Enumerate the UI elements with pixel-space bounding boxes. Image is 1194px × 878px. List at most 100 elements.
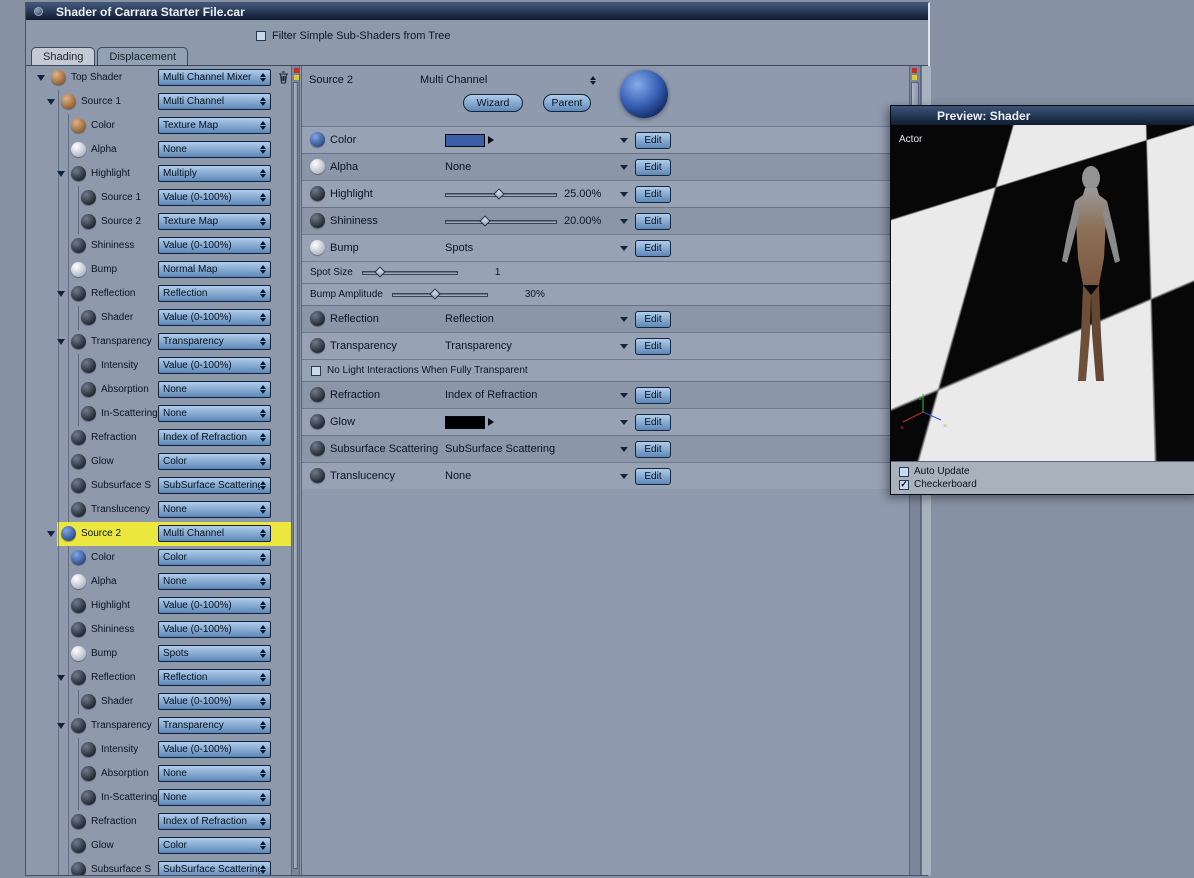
chevron-down-icon[interactable] xyxy=(620,192,628,197)
shader-type-dropdown[interactable]: None xyxy=(158,789,271,806)
edit-button[interactable]: Edit xyxy=(635,468,671,485)
shader-type-dropdown[interactable]: Multiply xyxy=(158,165,271,182)
chevron-down-icon[interactable] xyxy=(620,138,628,143)
chevron-down-icon[interactable] xyxy=(620,165,628,170)
channel-slider[interactable] xyxy=(445,188,557,200)
tree-item-reflection[interactable]: Reflection Reflection xyxy=(31,282,291,306)
shader-type-dropdown[interactable]: Normal Map xyxy=(158,261,271,278)
tree-item-highlight[interactable]: Highlight Multiply xyxy=(31,162,291,186)
subslider-track[interactable] xyxy=(361,265,458,278)
tree-item-subsurface-s[interactable]: Subsurface S SubSurface Scattering xyxy=(31,858,291,875)
detail-type-dropdown[interactable]: Multi Channel xyxy=(420,74,487,86)
detail-row-no-light-interactions-when-fully-transparent[interactable]: No Light Interactions When Fully Transpa… xyxy=(302,359,909,381)
tree-item-in-scattering[interactable]: In-Scattering None xyxy=(31,402,291,426)
tree-item-refraction[interactable]: Refraction Index of Refraction xyxy=(31,810,291,834)
shader-type-dropdown[interactable]: Texture Map xyxy=(158,213,271,230)
tree-item-alpha[interactable]: Alpha None xyxy=(31,570,291,594)
preview-option-checkerboard[interactable]: Checkerboard xyxy=(899,479,1194,490)
tree-scrollbar-thumb[interactable] xyxy=(293,82,298,869)
tree-item-refraction[interactable]: Refraction Index of Refraction xyxy=(31,426,291,450)
tree-item-bump[interactable]: Bump Spots xyxy=(31,642,291,666)
tree-item-glow[interactable]: Glow Color xyxy=(31,834,291,858)
tree-item-shader[interactable]: Shader Value (0-100%) xyxy=(31,690,291,714)
edit-button[interactable]: Edit xyxy=(635,132,671,149)
subslider-track[interactable] xyxy=(391,287,488,300)
tree-item-source-1[interactable]: Source 1 Value (0-100%) xyxy=(31,186,291,210)
tree-item-transparency[interactable]: Transparency Transparency xyxy=(31,330,291,354)
tree-item-glow[interactable]: Glow Color xyxy=(31,450,291,474)
scrollbar-red-dot-icon[interactable] xyxy=(912,68,917,73)
preview-scene[interactable]: Actor × × z xyxy=(891,125,1194,463)
shader-type-dropdown[interactable]: Reflection xyxy=(158,669,271,686)
shader-type-dropdown[interactable]: Index of Refraction xyxy=(158,813,271,830)
shader-type-dropdown[interactable]: None xyxy=(158,381,271,398)
shader-type-dropdown[interactable]: None xyxy=(158,573,271,590)
shader-type-dropdown[interactable]: Color xyxy=(158,549,271,566)
tree-item-shader[interactable]: Shader Value (0-100%) xyxy=(31,306,291,330)
tree-item-translucency[interactable]: Translucency None xyxy=(31,498,291,522)
tree-item-highlight[interactable]: Highlight Value (0-100%) xyxy=(31,594,291,618)
tree-item-source-2[interactable]: Source 2 Texture Map xyxy=(31,210,291,234)
parent-button[interactable]: Parent xyxy=(543,94,591,112)
tree-item-absorption[interactable]: Absorption None xyxy=(31,762,291,786)
expander-triangle-icon[interactable] xyxy=(47,531,55,537)
shader-type-dropdown[interactable]: Reflection xyxy=(158,285,271,302)
expander-triangle-icon[interactable] xyxy=(57,171,65,177)
shader-type-dropdown[interactable]: Transparency xyxy=(158,717,271,734)
edit-button[interactable]: Edit xyxy=(635,441,671,458)
shader-type-dropdown[interactable]: None xyxy=(158,405,271,422)
expander-triangle-icon[interactable] xyxy=(57,291,65,297)
tree-item-bump[interactable]: Bump Normal Map xyxy=(31,258,291,282)
shader-type-dropdown[interactable]: None xyxy=(158,141,271,158)
shader-type-dropdown[interactable]: Index of Refraction xyxy=(158,429,271,446)
tree-item-intensity[interactable]: Intensity Value (0-100%) xyxy=(31,354,291,378)
scrollbar-red-dot-icon[interactable] xyxy=(294,68,299,73)
chevron-down-icon[interactable] xyxy=(590,76,596,85)
shader-type-dropdown[interactable]: Multi Channel xyxy=(158,525,271,542)
shader-type-dropdown[interactable]: SubSurface Scattering xyxy=(158,861,271,875)
chevron-down-icon[interactable] xyxy=(620,219,628,224)
option-checkbox[interactable] xyxy=(311,365,321,376)
tree-item-shininess[interactable]: Shininess Value (0-100%) xyxy=(31,618,291,642)
chevron-down-icon[interactable] xyxy=(620,420,628,425)
tree-item-shininess[interactable]: Shininess Value (0-100%) xyxy=(31,234,291,258)
edit-button[interactable]: Edit xyxy=(635,186,671,203)
tree-item-color[interactable]: Color Color xyxy=(31,546,291,570)
tree-item-absorption[interactable]: Absorption None xyxy=(31,378,291,402)
edit-button[interactable]: Edit xyxy=(635,240,671,257)
shader-type-dropdown[interactable]: Multi Channel Mixer xyxy=(158,69,271,86)
edit-button[interactable]: Edit xyxy=(635,159,671,176)
edit-button[interactable]: Edit xyxy=(635,311,671,328)
filter-subshaders-checkbox[interactable] xyxy=(256,31,266,41)
window-titlebar[interactable]: Shader of Carrara Starter File.car xyxy=(26,3,928,20)
tab-displacement[interactable]: Displacement xyxy=(97,47,189,66)
checkbox[interactable] xyxy=(899,466,909,477)
tree-item-alpha[interactable]: Alpha None xyxy=(31,138,291,162)
scrollbar-yellow-dot-icon[interactable] xyxy=(294,75,299,80)
tab-shading[interactable]: Shading xyxy=(31,47,96,66)
expander-triangle-icon[interactable] xyxy=(47,99,55,105)
expander-triangle-icon[interactable] xyxy=(37,75,45,81)
shader-type-dropdown[interactable]: Value (0-100%) xyxy=(158,309,271,326)
edit-button[interactable]: Edit xyxy=(635,213,671,230)
chevron-down-icon[interactable] xyxy=(620,317,628,322)
shader-type-dropdown[interactable]: None xyxy=(158,501,271,518)
tree-item-source-1[interactable]: Source 1 Multi Channel xyxy=(31,90,291,114)
preview-option-auto-update[interactable]: Auto Update xyxy=(899,466,1194,477)
expander-triangle-icon[interactable] xyxy=(57,339,65,345)
edit-button[interactable]: Edit xyxy=(635,387,671,404)
shader-type-dropdown[interactable]: Value (0-100%) xyxy=(158,621,271,638)
shader-type-dropdown[interactable]: Spots xyxy=(158,645,271,662)
shader-type-dropdown[interactable]: Texture Map xyxy=(158,117,271,134)
checkbox[interactable] xyxy=(899,479,909,490)
chevron-down-icon[interactable] xyxy=(620,474,628,479)
edit-button[interactable]: Edit xyxy=(635,338,671,355)
shader-type-dropdown[interactable]: Value (0-100%) xyxy=(158,741,271,758)
tree-scrollbar[interactable] xyxy=(291,66,300,875)
trash-icon[interactable] xyxy=(278,71,289,84)
color-swatch[interactable] xyxy=(445,416,485,429)
shader-type-dropdown[interactable]: Value (0-100%) xyxy=(158,693,271,710)
chevron-down-icon[interactable] xyxy=(620,344,628,349)
shader-type-dropdown[interactable]: Value (0-100%) xyxy=(158,237,271,254)
tree-item-subsurface-s[interactable]: Subsurface S SubSurface Scattering xyxy=(31,474,291,498)
